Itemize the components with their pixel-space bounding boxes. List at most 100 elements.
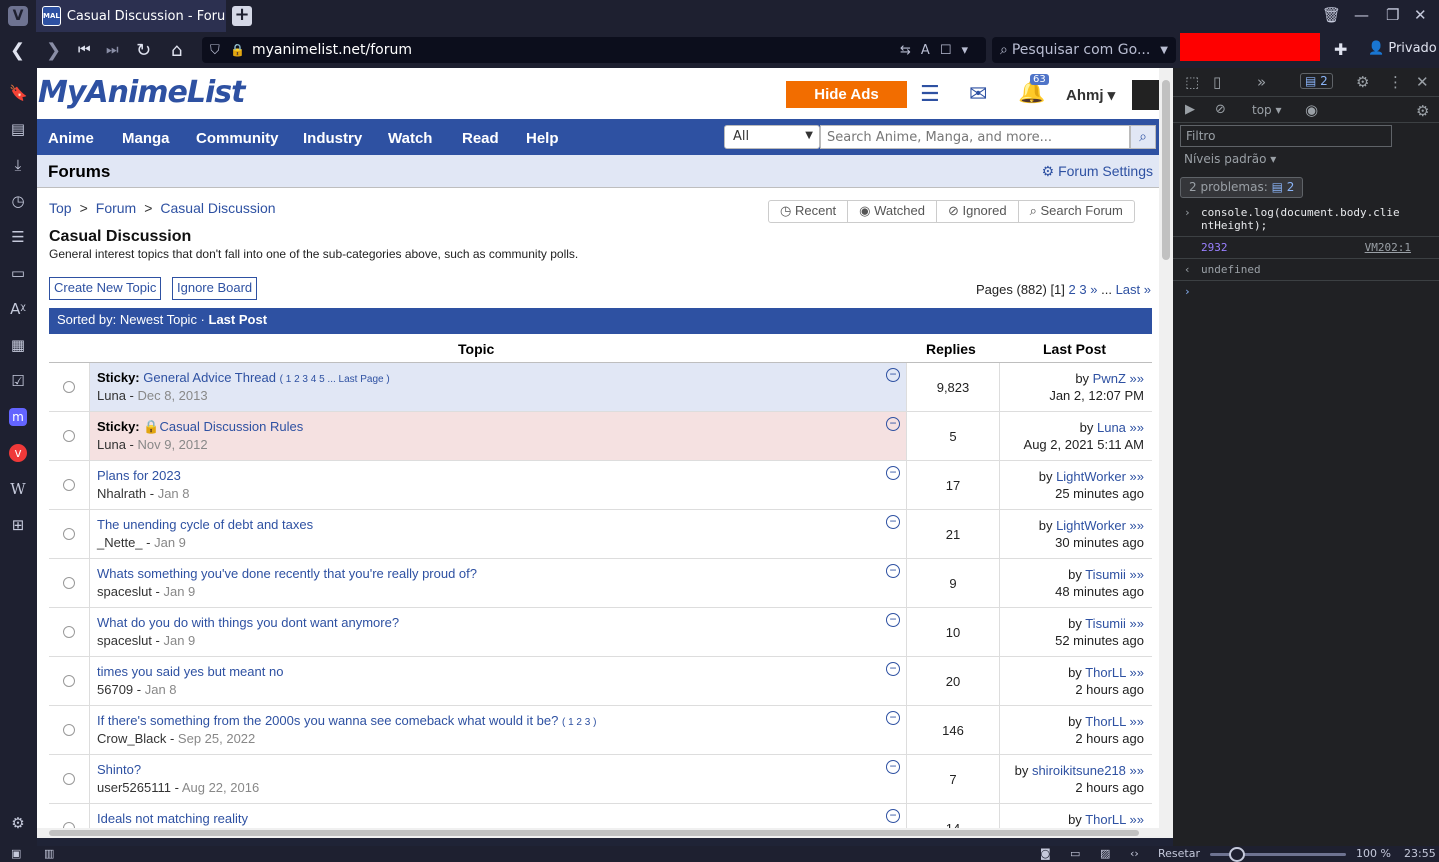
zoom-slider-handle[interactable]	[1229, 847, 1245, 862]
avatar[interactable]	[1132, 80, 1159, 110]
last-post-user-link[interactable]: ThorLL	[1085, 665, 1126, 680]
row-checkbox[interactable]	[63, 381, 75, 393]
problems-button[interactable]: 2 problemas: ▤ 2	[1180, 177, 1304, 198]
tasks-icon[interactable]: ☑	[9, 372, 27, 390]
minus-circle-icon[interactable]: −	[886, 760, 900, 774]
eye-icon[interactable]: ◉	[1305, 101, 1318, 119]
row-checkbox[interactable]	[63, 479, 75, 491]
capture-icon[interactable]: ◙	[1040, 847, 1051, 860]
username-menu[interactable]: Ahmj ▾	[1066, 86, 1115, 104]
page-2-link[interactable]: 2	[1069, 282, 1076, 297]
zoom-reset-button[interactable]: Resetar	[1158, 847, 1200, 860]
last-post-user-link[interactable]: Tisumii	[1085, 567, 1126, 582]
row-checkbox[interactable]	[63, 626, 75, 638]
context-select[interactable]: top ▾	[1252, 103, 1282, 117]
more-tabs-icon[interactable]: »	[1257, 73, 1266, 91]
topic-author[interactable]: spaceslut	[97, 633, 152, 648]
go-to-last-post-link[interactable]: »»	[1130, 714, 1144, 729]
go-to-last-post-link[interactable]: »»	[1130, 469, 1144, 484]
chevron-down-icon[interactable]: ▼	[1160, 45, 1168, 56]
topic-link[interactable]: Plans for 2023	[97, 468, 181, 483]
topic-link[interactable]: Casual Discussion Rules	[159, 419, 303, 434]
clear-console-icon[interactable]: ⊘	[1215, 102, 1226, 117]
site-logo[interactable]: MyAnimeList	[38, 75, 245, 110]
device-toggle-icon[interactable]: ▯	[1213, 73, 1221, 91]
new-tab-button[interactable]: +	[232, 6, 252, 26]
nav-help[interactable]: Help	[526, 130, 559, 147]
calendar-icon[interactable]: ▦	[9, 336, 27, 354]
nav-read[interactable]: Read	[462, 130, 499, 147]
last-post-user-link[interactable]: LightWorker	[1056, 518, 1126, 533]
topic-author[interactable]: Nhalrath	[97, 486, 146, 501]
nav-anime[interactable]: Anime	[48, 130, 94, 147]
tiling-icon[interactable]: ▥	[44, 847, 54, 860]
search-forum-button[interactable]: ⌕ Search Forum	[1019, 201, 1134, 222]
last-post-user-link[interactable]: ThorLL	[1085, 812, 1126, 827]
close-devtools-icon[interactable]: ✕	[1416, 73, 1429, 91]
topic-link[interactable]: Shinto?	[97, 762, 141, 777]
breadcrumb-top[interactable]: Top	[49, 200, 72, 216]
restore-icon[interactable]: ❐	[1386, 6, 1399, 24]
last-post-user-link[interactable]: ThorLL	[1085, 714, 1126, 729]
topic-link[interactable]: General Advice Thread	[143, 370, 276, 385]
history-icon[interactable]: ◷	[9, 192, 27, 210]
issues-badge[interactable]: ▤ 2	[1300, 73, 1333, 89]
minus-circle-icon[interactable]: −	[886, 809, 900, 823]
last-post-user-link[interactable]: Tisumii	[1085, 616, 1126, 631]
fast-forward-icon[interactable]: ⏭	[106, 42, 119, 58]
extensions-icon[interactable]: ✚	[1334, 40, 1347, 59]
go-to-last-post-link[interactable]: »»	[1130, 616, 1144, 631]
trash-icon[interactable]: 🗑	[1322, 6, 1341, 24]
window-icon[interactable]: ▭	[1070, 847, 1080, 860]
vivaldi-social-icon[interactable]: v	[9, 444, 27, 462]
page-3-link[interactable]: 3	[1079, 282, 1086, 297]
minus-circle-icon[interactable]: −	[886, 613, 900, 627]
recent-button[interactable]: ◷ Recent	[769, 201, 849, 222]
wikipedia-icon[interactable]: W	[9, 480, 27, 498]
topic-author[interactable]: spaceslut	[97, 584, 152, 599]
row-checkbox[interactable]	[63, 577, 75, 589]
back-icon[interactable]: ❮	[10, 40, 25, 61]
forward-icon[interactable]: ❯	[46, 40, 61, 61]
search-icon[interactable]: ⌕	[1130, 125, 1156, 149]
mastodon-icon[interactable]: m	[9, 408, 27, 426]
console-prompt[interactable]: ›	[1173, 281, 1439, 302]
search-category-select[interactable]: All ▼	[724, 125, 820, 149]
filter-input[interactable]: Filtro	[1180, 125, 1392, 147]
last-post-user-link[interactable]: PwnZ	[1093, 371, 1126, 386]
nav-industry[interactable]: Industry	[303, 130, 362, 147]
topic-author[interactable]: user5265111	[97, 780, 171, 795]
notes-icon[interactable]: ☰	[9, 228, 27, 246]
nav-watch[interactable]: Watch	[388, 130, 432, 147]
nav-community[interactable]: Community	[196, 130, 279, 147]
topic-author[interactable]: 56709	[97, 682, 133, 697]
minus-circle-icon[interactable]: −	[886, 662, 900, 676]
source-link[interactable]: VM202:1	[1365, 241, 1411, 254]
topic-link[interactable]: Whats something you've done recently tha…	[97, 566, 477, 581]
row-checkbox[interactable]	[63, 675, 75, 687]
ignored-button[interactable]: ⊘ Ignored	[937, 201, 1019, 222]
go-to-last-post-link[interactable]: »»	[1130, 812, 1144, 827]
breadcrumb-casual[interactable]: Casual Discussion	[160, 200, 275, 216]
minus-circle-icon[interactable]: −	[886, 564, 900, 578]
home-icon[interactable]: ⌂	[171, 40, 182, 61]
url-actions-icon[interactable]: ⇆A☐▾	[900, 43, 978, 58]
minus-circle-icon[interactable]: −	[886, 515, 900, 529]
downloads-icon[interactable]: ⤓	[9, 156, 27, 174]
active-tab[interactable]: MAL Casual Discussion - Forums	[36, 0, 226, 32]
minus-circle-icon[interactable]: −	[886, 466, 900, 480]
bookmark-icon[interactable]: 🔖	[9, 84, 28, 102]
minus-circle-icon[interactable]: −	[886, 417, 900, 431]
nav-manga[interactable]: Manga	[122, 130, 170, 147]
next-page-link[interactable]: »	[1090, 282, 1097, 297]
vivaldi-menu-button[interactable]: V	[0, 0, 36, 32]
topic-link[interactable]: What do you do with things you dont want…	[97, 615, 399, 630]
go-to-last-post-link[interactable]: »»	[1130, 420, 1144, 435]
go-to-last-post-link[interactable]: »»	[1130, 518, 1144, 533]
list-icon[interactable]: ☰	[920, 82, 940, 107]
inspect-icon[interactable]: ⬚	[1185, 73, 1199, 91]
gear-icon[interactable]: ⚙	[1356, 73, 1369, 91]
translate-icon[interactable]: Aᵡ	[9, 300, 27, 318]
page-horizontal-scrollbar[interactable]	[37, 828, 1159, 838]
minus-circle-icon[interactable]: −	[886, 711, 900, 725]
